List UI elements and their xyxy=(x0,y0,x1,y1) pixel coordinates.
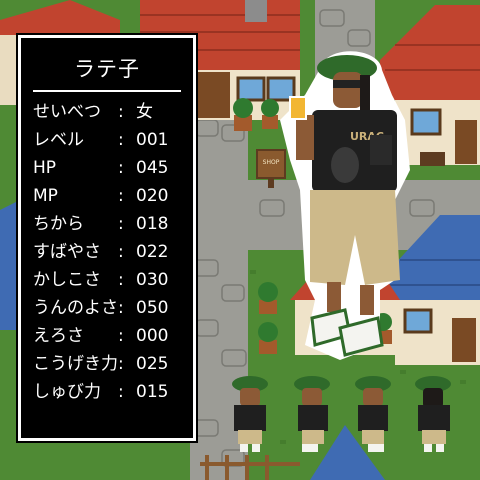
stat-row-ero: えろさ : 000 xyxy=(33,322,191,350)
stat-row-level: レベル : 001 xyxy=(33,126,191,154)
bag xyxy=(370,135,392,165)
bench xyxy=(420,152,445,166)
stat-label: しゅび力 xyxy=(33,382,101,402)
stat-label: ちから xyxy=(33,214,84,234)
status-divider xyxy=(33,90,181,92)
stat-value: 050 xyxy=(136,298,169,318)
stat-value: 020 xyxy=(136,186,169,206)
stat-separator: : xyxy=(118,270,124,290)
stat-row-intelligence: かしこさ : 030 xyxy=(33,266,191,294)
stat-row-defense: しゅび力 : 015 xyxy=(33,378,191,406)
stat-value: 045 xyxy=(136,158,169,178)
stat-value: 001 xyxy=(136,130,169,150)
stat-separator: : xyxy=(118,326,124,346)
stat-value: 022 xyxy=(136,242,169,262)
stat-separator: : xyxy=(118,354,124,374)
status-window: ラテ子 せいべつ : 女 レベル : 001 HP : 045 MP : 020… xyxy=(18,35,196,441)
stat-label: MP xyxy=(33,186,58,206)
character-name: ラテ子 xyxy=(74,57,140,81)
stat-value: 015 xyxy=(136,382,169,402)
stat-row-luck: うんのよさ : 050 xyxy=(33,294,191,322)
beer-glass xyxy=(289,96,307,120)
stat-row-gender: せいべつ : 女 xyxy=(33,98,191,126)
stat-separator: : xyxy=(118,298,124,318)
stat-separator: : xyxy=(118,158,124,178)
stat-row-attack: こうげき力 : 025 xyxy=(33,350,191,378)
stat-row-agility: すばやさ : 022 xyxy=(33,238,191,266)
stat-label: かしこさ xyxy=(33,270,101,290)
stat-label: うんのよさ xyxy=(33,298,118,318)
stat-row-strength: ちから : 018 xyxy=(33,210,191,238)
stat-separator: : xyxy=(118,382,124,402)
stat-separator: : xyxy=(118,102,124,122)
chimney xyxy=(245,0,267,22)
stat-label: えろさ xyxy=(33,326,84,346)
stat-label: HP xyxy=(33,158,57,178)
stat-label: せいべつ xyxy=(33,102,101,122)
stat-separator: : xyxy=(118,186,124,206)
stat-value: 018 xyxy=(136,214,169,234)
stat-separator: : xyxy=(118,242,124,262)
stat-row-mp: MP : 020 xyxy=(33,182,191,210)
stat-value: 女 xyxy=(136,102,153,122)
stat-row-hp: HP : 045 xyxy=(33,154,191,182)
door xyxy=(195,72,230,118)
stat-value: 025 xyxy=(136,354,169,374)
svg-text:SHOP: SHOP xyxy=(263,159,280,166)
stat-label: こうげき力 xyxy=(33,354,118,374)
stat-label: レベル xyxy=(33,130,84,150)
sunglasses xyxy=(333,80,363,88)
house-left-blue xyxy=(0,200,20,330)
stat-separator: : xyxy=(118,214,124,234)
stat-separator: : xyxy=(118,130,124,150)
stat-value: 030 xyxy=(136,270,169,290)
window xyxy=(236,76,266,102)
stat-value: 000 xyxy=(136,326,169,346)
stat-label: すばやさ xyxy=(33,242,101,262)
